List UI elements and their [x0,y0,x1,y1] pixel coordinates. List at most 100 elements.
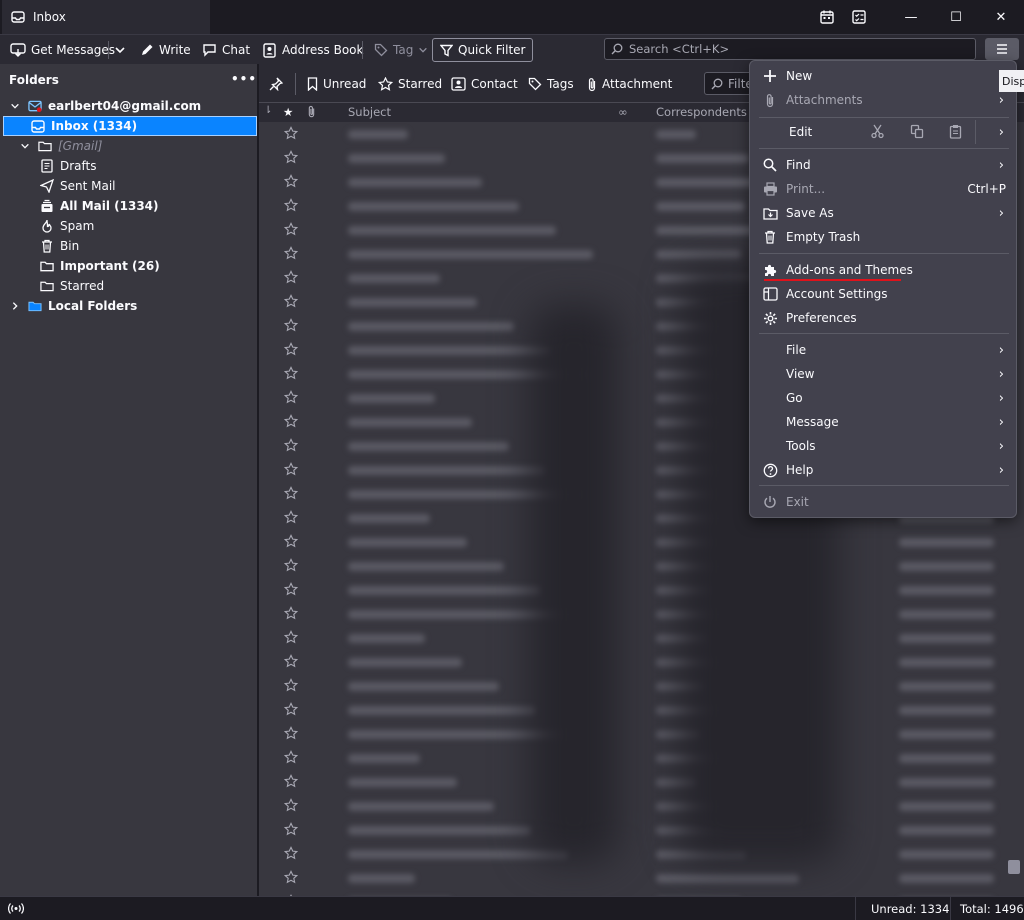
paste-icon[interactable] [949,124,962,139]
menu-item-attachments[interactable]: Attachments › [750,88,1018,112]
menu-item-preferences[interactable]: Preferences [750,306,1018,330]
star-icon[interactable] [284,342,298,356]
folder-drafts[interactable]: Drafts [40,156,97,176]
star-icon[interactable] [284,630,298,644]
star-icon[interactable] [284,438,298,452]
attachment-column-icon[interactable] [307,105,316,118]
star-icon[interactable] [284,822,298,836]
address-book-button[interactable]: Address Book [259,38,366,62]
cut-icon[interactable] [870,124,885,139]
star-icon[interactable] [284,558,298,572]
message-row[interactable] [259,746,1024,770]
message-row[interactable] [259,554,1024,578]
tab-inbox[interactable]: Inbox [2,0,210,34]
online-status-icon[interactable] [8,902,24,915]
folder-inbox[interactable]: Inbox (1334) [3,116,257,136]
copy-icon[interactable] [910,124,924,139]
star-icon[interactable] [284,246,298,260]
menu-item-new[interactable]: New › [750,64,1018,88]
message-row[interactable] [259,722,1024,746]
folder-local-folders[interactable]: Local Folders [8,296,137,316]
star-icon[interactable] [284,270,298,284]
message-row[interactable] [259,770,1024,794]
folder-bin[interactable]: Bin [40,236,79,256]
message-row[interactable] [259,650,1024,674]
menu-item-go[interactable]: Go › [750,386,1018,410]
star-icon[interactable] [284,606,298,620]
star-icon[interactable] [284,318,298,332]
menu-item-find[interactable]: Find › [750,153,1018,177]
star-icon[interactable] [284,390,298,404]
get-messages-button[interactable]: Get Messages [7,38,118,62]
message-row[interactable] [259,866,1024,890]
star-icon[interactable] [284,582,298,596]
star-icon[interactable] [284,774,298,788]
message-list-scrollbar[interactable] [1008,860,1020,874]
filter-unread-button[interactable]: Unread [307,73,366,95]
folder-sent-mail[interactable]: Sent Mail [40,176,116,196]
message-row[interactable] [259,674,1024,698]
folder-starred[interactable]: Starred [40,276,104,296]
search-input[interactable]: Search <Ctrl+K> [604,38,976,60]
write-button[interactable]: Write [137,38,194,62]
star-icon[interactable] [284,678,298,692]
read-status-column-icon[interactable]: ∞ [618,105,628,119]
subject-column-header[interactable]: Subject [348,105,391,119]
folder-all-mail[interactable]: All Mail (1334) [40,196,159,216]
star-icon[interactable] [284,294,298,308]
get-messages-dropdown[interactable] [111,38,129,62]
app-menu-button[interactable] [985,38,1019,60]
quick-filter-button[interactable]: Quick Filter [432,38,534,62]
message-row[interactable] [259,818,1024,842]
star-icon[interactable] [284,510,298,524]
maximize-button[interactable]: ☐ [933,0,979,34]
menu-item-empty-trash[interactable]: Empty Trash [750,225,1018,249]
thread-column-icon[interactable]: ⇂ [264,105,272,116]
star-icon[interactable] [284,702,298,716]
tag-button[interactable]: Tag [371,38,431,62]
star-icon[interactable] [284,462,298,476]
message-row[interactable] [259,626,1024,650]
starred-column-icon[interactable]: ★ [283,105,293,119]
menu-item-print[interactable]: Print... Ctrl+P [750,177,1018,201]
star-icon[interactable] [284,750,298,764]
message-row[interactable] [259,602,1024,626]
message-row[interactable] [259,698,1024,722]
message-row[interactable] [259,530,1024,554]
menu-item-save-as[interactable]: Save As › [750,201,1018,225]
star-icon[interactable] [284,198,298,212]
star-icon[interactable] [284,798,298,812]
filter-tags-button[interactable]: Tags [528,73,574,95]
menu-item-file[interactable]: File › [750,338,1018,362]
menu-item-account-settings[interactable]: Account Settings [750,282,1018,306]
star-icon[interactable] [284,486,298,500]
message-row[interactable] [259,794,1024,818]
folder-gmail[interactable]: [Gmail] [18,136,102,156]
menu-item-exit[interactable]: Exit [750,490,1018,514]
star-icon[interactable] [284,726,298,740]
star-icon[interactable] [284,654,298,668]
folder-important[interactable]: Important (26) [40,256,160,276]
folder-spam[interactable]: Spam [40,216,94,236]
message-row[interactable] [259,578,1024,602]
filter-contact-button[interactable]: Contact [451,73,518,95]
calendar-icon[interactable] [818,8,836,26]
star-icon[interactable] [284,126,298,140]
star-icon[interactable] [284,414,298,428]
star-icon[interactable] [284,534,298,548]
star-icon[interactable] [284,222,298,236]
menu-item-help[interactable]: Help › [750,458,1018,482]
star-icon[interactable] [284,174,298,188]
menu-item-message[interactable]: Message › [750,410,1018,434]
account-row[interactable]: earlbert04@gmail.com [8,96,201,116]
tasks-icon[interactable] [850,8,868,26]
minimize-button[interactable]: — [888,0,934,34]
message-row[interactable] [259,842,1024,866]
star-icon[interactable] [284,150,298,164]
star-icon[interactable] [284,366,298,380]
filter-starred-button[interactable]: Starred [378,73,442,95]
star-icon[interactable] [284,870,298,884]
sticky-filter-pin[interactable] [269,73,283,95]
star-icon[interactable] [284,846,298,860]
close-button[interactable]: ✕ [978,0,1024,34]
